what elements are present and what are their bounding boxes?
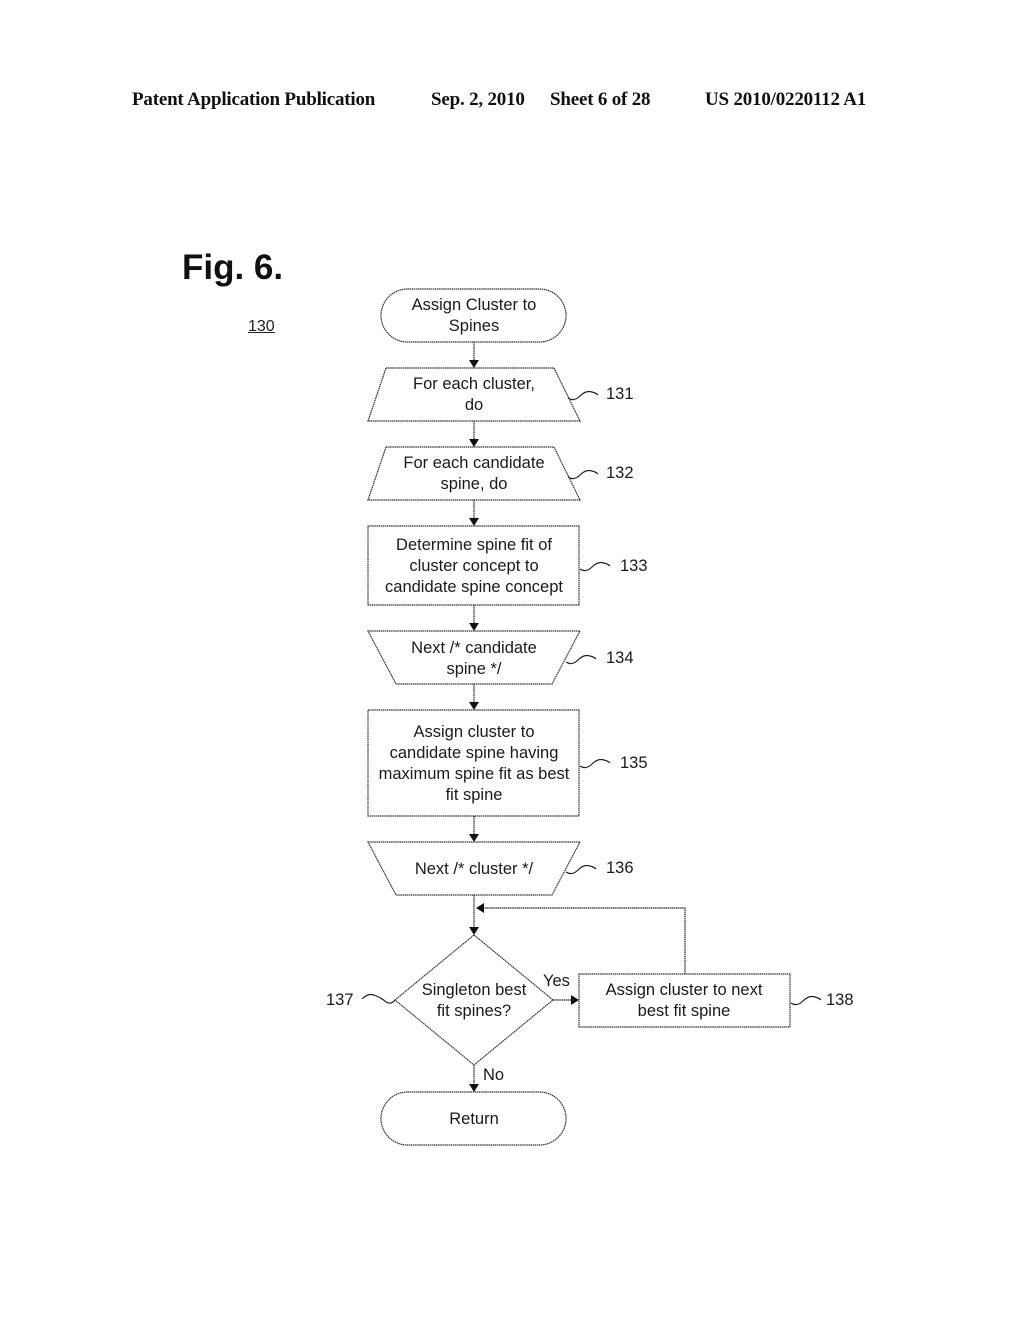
node-text-line: Assign cluster to next — [606, 981, 763, 999]
node-text-line: fit spines? — [437, 1002, 511, 1020]
node-text-line: Assign Cluster to — [412, 296, 537, 314]
node-next-spine: Next /* candidate spine */ 134 — [367, 630, 634, 685]
ref-number: 138 — [826, 991, 854, 1009]
node-assign-best: Assign cluster to candidate spine having… — [367, 709, 648, 817]
node-loop-spine: For each candidate spine, do 132 — [367, 446, 634, 501]
flowchart: Assign Cluster to Spines For each cluste… — [326, 288, 854, 1146]
node-text-line: cluster concept to — [409, 557, 538, 575]
ref-number: 135 — [620, 754, 648, 772]
node-text-line: Return — [449, 1110, 499, 1128]
no-label: No — [483, 1066, 504, 1084]
node-loop-cluster: For each cluster, do 131 — [367, 367, 634, 422]
ref-number: 132 — [606, 464, 634, 482]
node-text-line: candidate spine concept — [385, 578, 563, 596]
node-text-line: do — [465, 396, 483, 414]
node-text-line: spine, do — [441, 475, 508, 493]
ref-number: 136 — [606, 859, 634, 877]
node-text-line: maximum spine fit as best — [379, 765, 570, 783]
node-text-line: fit spine — [446, 786, 503, 804]
arrowhead — [469, 927, 479, 935]
ref-leader — [579, 758, 611, 769]
ref-number: 131 — [606, 385, 634, 403]
node-determine-fit: Determine spine fit of cluster concept t… — [367, 525, 648, 606]
node-text-line: best fit spine — [638, 1002, 731, 1020]
ref-leader — [567, 469, 599, 480]
ref-leader — [565, 864, 597, 875]
ref-number: 137 — [326, 991, 354, 1009]
yes-label: Yes — [543, 972, 570, 990]
node-text-line: Determine spine fit of — [396, 536, 552, 554]
node-text-line: candidate spine having — [390, 744, 559, 762]
node-text-line: For each candidate — [403, 454, 544, 472]
ref-number: 133 — [620, 557, 648, 575]
node-text-line: Assign cluster to — [413, 723, 534, 741]
ref-leader — [790, 995, 822, 1006]
node-text-line: For each cluster, — [413, 375, 535, 393]
node-text-line: Spines — [449, 317, 499, 335]
node-text-line: spine */ — [446, 660, 501, 678]
node-start: Assign Cluster to Spines — [380, 288, 567, 343]
arrowhead — [476, 903, 484, 913]
arrowhead — [571, 995, 579, 1005]
arrowhead — [469, 1084, 479, 1092]
node-text-line: Next /* candidate — [411, 639, 537, 657]
node-decision: Singleton best fit spines? 137 Yes No — [326, 934, 570, 1084]
node-text-line: Next /* cluster */ — [415, 860, 534, 878]
node-assign-next: Assign cluster to next best fit spine 13… — [578, 973, 854, 1028]
arrowhead — [469, 702, 479, 710]
arrowhead — [469, 834, 479, 842]
ref-leader — [567, 390, 599, 401]
node-return: Return — [380, 1091, 567, 1146]
node-text-line: Singleton best — [422, 981, 527, 999]
arrowhead — [469, 360, 479, 368]
ref-leader — [565, 654, 597, 665]
ref-number: 134 — [606, 649, 634, 667]
ref-leader — [361, 993, 396, 1004]
edge-138-loop-back — [482, 907, 686, 974]
arrowhead — [469, 623, 479, 631]
arrowhead — [469, 439, 479, 447]
node-next-cluster: Next /* cluster */ 136 — [367, 841, 634, 896]
arrowhead — [469, 518, 479, 526]
ref-leader — [579, 561, 611, 572]
